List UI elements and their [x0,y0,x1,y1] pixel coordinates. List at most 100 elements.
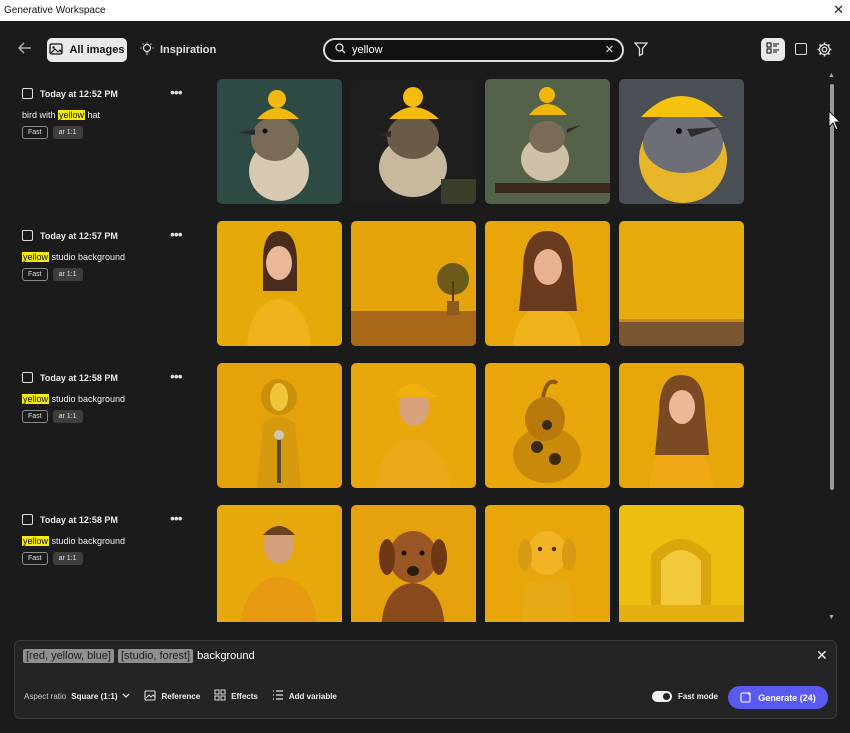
lightbulb-icon [140,42,154,59]
aspect-ratio-select[interactable]: Aspect ratio Square (1:1) [24,692,130,701]
fast-mode: Fast mode [652,691,718,702]
search-icon [335,41,346,59]
generated-image-woman-yellow-sweater[interactable] [217,221,342,346]
window-titlebar: Generative Workspace ✕ [0,0,850,21]
group-prompt: yellow studio background [22,394,212,404]
group-time: Today at 12:57 PM [40,230,118,241]
sparkle-icon [740,691,752,705]
group-checkbox[interactable] [22,230,33,241]
generated-image-brown-dog[interactable] [351,505,476,622]
group-checkbox[interactable] [22,88,33,99]
generated-image-bird-yellow-hat-on-branch[interactable] [485,79,610,204]
fast-mode-label: Fast mode [678,692,719,701]
more-options-icon[interactable]: ••• [170,368,183,384]
prompt-input[interactable]: [red, yellow, blue] [studio, forest] bac… [23,649,255,663]
tag-fast: Fast [22,410,48,423]
search-highlight: yellow [22,394,50,404]
chevron-down-icon [122,692,130,701]
search-input[interactable] [352,44,592,56]
scroll-down-icon[interactable]: ▼ [828,614,835,621]
view-list-button[interactable] [761,38,785,61]
search-clear-icon[interactable]: ✕ [605,43,614,56]
group-meta: Today at 12:57 PM yellow studio backgrou… [22,220,212,281]
tab-all-images-label: All images [69,44,125,56]
generation-group: Today at 12:58 PM yellow studio backgrou… [0,504,826,622]
generated-image-sunflower-sculpture[interactable] [485,363,610,488]
generated-image-yellow-dog-sculpture[interactable] [485,505,610,622]
tab-inspiration[interactable]: Inspiration [140,38,216,62]
reference-button[interactable]: Reference [144,689,201,703]
effects-icon [214,689,226,703]
more-options-icon[interactable]: ••• [170,84,183,100]
tag-aspect-ratio: ar 1:1 [52,410,83,423]
variable-chip[interactable]: [red, yellow, blue] [23,649,114,663]
prompt-text: background [197,650,255,662]
more-options-icon[interactable]: ••• [170,226,183,242]
fast-mode-toggle[interactable] [652,691,672,702]
feed-scrollbar[interactable]: ▲ ▼ [826,70,838,623]
tag-fast: Fast [22,268,48,281]
group-time: Today at 12:58 PM [40,514,118,525]
list-icon [272,690,284,702]
list-view-icon [766,41,780,59]
search-highlight: yellow [22,536,50,546]
add-variable-button[interactable]: Add variable [272,690,337,702]
group-prompt: bird with yellow hat [22,110,212,120]
generated-image-smiling-woman-yellow[interactable] [619,363,744,488]
effects-button[interactable]: Effects [214,689,258,703]
top-toolbar: All images Inspiration ✕ [0,21,850,77]
tag-aspect-ratio: ar 1:1 [52,126,83,139]
group-prompt: yellow studio background [22,536,212,546]
more-options-icon[interactable]: ••• [170,510,183,526]
view-single-button[interactable] [795,43,807,55]
generated-image-yellow-room-with-plant[interactable] [351,221,476,346]
group-meta: Today at 12:58 PM yellow studio backgrou… [22,362,212,423]
group-meta: Today at 12:52 PM bird with yellow hat F… [22,78,212,139]
scroll-thumb[interactable] [830,84,834,490]
back-arrow-icon[interactable] [16,39,34,57]
prompt-text: studio background [49,394,126,404]
tab-all-images[interactable]: All images [47,38,127,62]
generate-label: Generate (24) [758,692,816,703]
group-checkbox[interactable] [22,514,33,525]
reference-icon [144,689,157,703]
prompt-text: hat [85,110,101,120]
generation-group: Today at 12:52 PM bird with yellow hat F… [0,78,826,204]
window-close-button[interactable]: ✕ [833,2,844,18]
generated-image-bird-yellow-hat[interactable] [351,79,476,204]
gear-icon[interactable] [816,41,833,58]
generated-image-empty-yellow-studio-wood-floor[interactable] [619,221,744,346]
filter-icon[interactable] [633,41,649,57]
prompt-composer: [red, yellow, blue] [studio, forest] bac… [14,640,837,719]
variable-chip[interactable]: [studio, forest] [118,649,194,663]
tag-fast: Fast [22,126,48,139]
generated-image-bird-yellow-hat[interactable] [217,79,342,204]
add-variable-label: Add variable [288,691,337,701]
mouse-cursor-icon [828,110,842,131]
search-highlight: yellow [22,252,50,262]
generated-image-woman-yellow-sweater-wavy-hair[interactable] [485,221,610,346]
group-checkbox[interactable] [22,372,33,383]
generated-image-yellow-arch-room[interactable] [619,505,744,622]
image-feed: Today at 12:52 PM bird with yellow hat F… [0,77,826,622]
clear-prompt-icon[interactable]: ✕ [816,647,828,664]
generated-image-bird-yellow-hat-closeup[interactable] [619,79,744,204]
tag-fast: Fast [22,552,48,565]
effects-label: Effects [231,691,258,701]
scroll-up-icon[interactable]: ▲ [828,72,835,79]
generated-image-yellow-figure-with-microphone[interactable] [217,363,342,488]
group-time: Today at 12:52 PM [40,88,118,99]
group-time: Today at 12:58 PM [40,372,118,383]
generated-image-man-yellow-shirt[interactable] [217,505,342,622]
tab-inspiration-label: Inspiration [160,44,217,56]
images-icon [49,42,64,58]
generation-group: Today at 12:58 PM yellow studio backgrou… [0,362,826,488]
generated-image-man-yellow-cap[interactable] [351,363,476,488]
search-highlight: yellow [58,110,86,120]
generate-button[interactable]: Generate (24) [728,686,828,709]
generation-group: Today at 12:57 PM yellow studio backgrou… [0,220,826,346]
reference-label: Reference [161,691,201,701]
search-bar: ✕ [323,38,624,62]
aspect-ratio-label: Aspect ratio [24,691,67,701]
prompt-text: bird with [22,110,59,120]
